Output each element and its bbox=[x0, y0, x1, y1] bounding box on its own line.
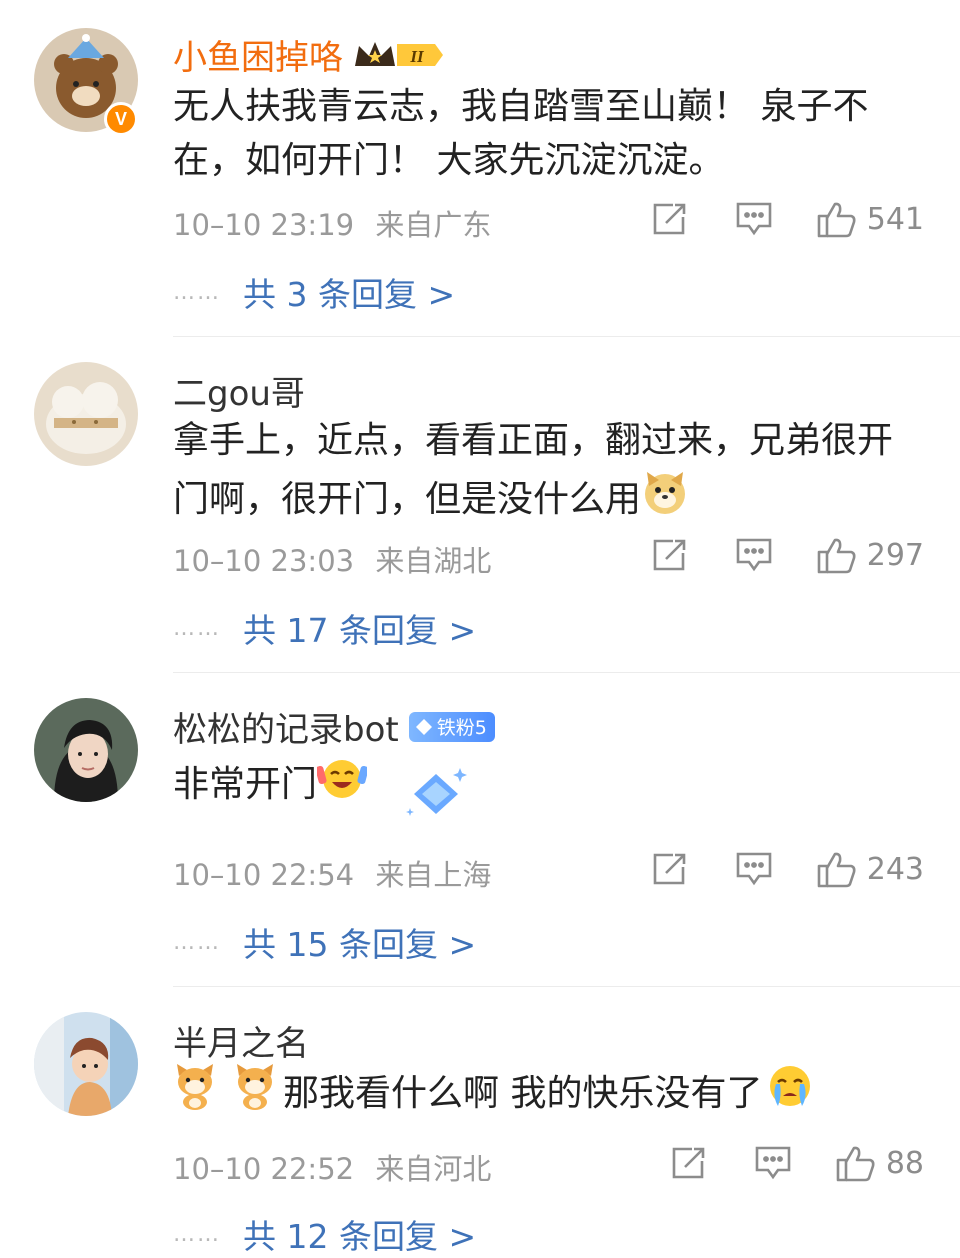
timestamp: 10–10 23:19 bbox=[173, 208, 355, 242]
thumbs-up-icon[interactable] bbox=[817, 536, 857, 574]
location: 来自河北 bbox=[375, 1152, 492, 1186]
comment-text-line: 非常开门 bbox=[173, 764, 318, 805]
comment-meta: 10–10 22:54 来自上海 bbox=[173, 852, 491, 894]
like-count: 88 bbox=[885, 1145, 924, 1181]
comment-actions: 297 bbox=[651, 536, 924, 574]
comment-meta: 10–10 23:03 来自湖北 bbox=[173, 538, 491, 580]
avatar[interactable] bbox=[34, 362, 138, 466]
comment-actions: 541 bbox=[651, 200, 924, 238]
comment-icon[interactable] bbox=[735, 200, 773, 238]
comment-text-line: 无人扶我青云志，我自踏雪至山巅！ 泉子不 bbox=[173, 86, 869, 127]
share-icon[interactable] bbox=[651, 201, 689, 237]
timestamp: 10–10 23:03 bbox=[173, 544, 355, 578]
comment-text-line-row: 非常开门 bbox=[173, 752, 933, 818]
location: 来自上海 bbox=[375, 858, 492, 892]
username-text: 半月之名 bbox=[173, 1024, 309, 1064]
username[interactable]: 松松的记录bot 铁粉5 bbox=[173, 702, 495, 751]
crown-level-text: II bbox=[409, 47, 425, 66]
username-text: 小鱼困掉咯 bbox=[173, 38, 343, 78]
comment-text-line-row: 门啊，很开门，但是没什么用 bbox=[173, 468, 933, 532]
timestamp: 10–10 22:54 bbox=[173, 858, 355, 892]
fan-badge[interactable]: 铁粉5 bbox=[408, 711, 495, 742]
divider bbox=[173, 672, 960, 673]
replies-row: …… 共 17 条回复 > bbox=[173, 604, 476, 652]
username-text: 二gou哥 bbox=[173, 374, 305, 414]
location: 来自湖北 bbox=[375, 544, 492, 578]
diamond-sticker-icon bbox=[400, 760, 470, 828]
comment-text: 无人扶我青云志，我自踏雪至山巅！ 泉子不 在，如何开门！ 大家先沉淀沉淀。 bbox=[173, 80, 933, 188]
avatar[interactable] bbox=[34, 698, 138, 802]
location: 来自广东 bbox=[375, 208, 492, 242]
comment-actions: 243 bbox=[651, 850, 924, 888]
divider bbox=[173, 336, 960, 337]
comment-text-line: 那我看什么啊 我的快乐没有了 bbox=[283, 1073, 763, 1114]
replies-row: …… 共 3 条回复 > bbox=[173, 268, 455, 316]
replies-row: …… 共 15 条回复 > bbox=[173, 918, 476, 966]
replies-row: …… 共 12 条回复 > bbox=[173, 1210, 476, 1258]
diamond-icon bbox=[415, 718, 432, 735]
comment-actions: 88 bbox=[670, 1144, 924, 1182]
username[interactable]: 小鱼困掉咯 II bbox=[173, 30, 445, 79]
doge-emoji-icon bbox=[641, 468, 689, 532]
share-icon[interactable] bbox=[651, 537, 689, 573]
comment-text-line: 拿手上，近点，看看正面，翻过来，兄弟很开 bbox=[173, 420, 894, 461]
avatar[interactable] bbox=[34, 1012, 138, 1116]
shiba-emoji-icon bbox=[173, 1062, 217, 1126]
fan-badge-text: 铁粉5 bbox=[436, 717, 487, 739]
share-icon[interactable] bbox=[651, 851, 689, 887]
thumbs-up-icon[interactable] bbox=[817, 850, 857, 888]
replies-dots: …… bbox=[173, 929, 221, 955]
view-replies-link[interactable]: 共 17 条回复 > bbox=[243, 604, 476, 652]
comment-text: 拿手上，近点，看看正面，翻过来，兄弟很开 门啊，很开门，但是没什么用 bbox=[173, 414, 933, 532]
like-count: 541 bbox=[866, 201, 924, 237]
view-replies-link[interactable]: 共 15 条回复 > bbox=[243, 918, 476, 966]
comment-icon[interactable] bbox=[754, 1144, 792, 1182]
replies-dots: …… bbox=[173, 279, 221, 305]
verified-badge-icon: V bbox=[104, 102, 138, 136]
crown-badge-icon[interactable]: II bbox=[353, 38, 445, 72]
username[interactable]: 半月之名 bbox=[173, 1016, 309, 1065]
divider bbox=[173, 986, 960, 987]
shiba-emoji-icon bbox=[233, 1062, 277, 1126]
comment-icon[interactable] bbox=[735, 536, 773, 574]
crying-emoji-icon bbox=[766, 1062, 814, 1126]
comment-text-line: 门啊，很开门，但是没什么用 bbox=[173, 479, 642, 520]
comment-icon[interactable] bbox=[735, 850, 773, 888]
view-replies-link[interactable]: 共 3 条回复 > bbox=[243, 268, 455, 316]
username[interactable]: 二gou哥 bbox=[173, 366, 305, 415]
comment-meta: 10–10 23:19 来自广东 bbox=[173, 202, 491, 244]
comment-text-line-row: 那我看什么啊 我的快乐没有了 bbox=[173, 1062, 933, 1126]
thumbs-up-icon[interactable] bbox=[817, 200, 857, 238]
replies-dots: …… bbox=[173, 1221, 221, 1247]
share-icon[interactable] bbox=[670, 1145, 708, 1181]
comment-text: 那我看什么啊 我的快乐没有了 bbox=[173, 1062, 933, 1126]
comment-text-line: 在，如何开门！ 大家先沉淀沉淀。 bbox=[173, 140, 725, 181]
thumbs-up-icon[interactable] bbox=[836, 1144, 876, 1182]
comment-text: 非常开门 bbox=[173, 752, 933, 818]
like-count: 297 bbox=[866, 537, 924, 573]
like-count: 243 bbox=[866, 851, 924, 887]
username-text: 松松的记录bot bbox=[173, 710, 399, 750]
view-replies-link[interactable]: 共 12 条回复 > bbox=[243, 1210, 476, 1258]
replies-dots: …… bbox=[173, 615, 221, 641]
comment-meta: 10–10 22:52 来自河北 bbox=[173, 1146, 491, 1188]
laughing-emoji-icon bbox=[315, 752, 369, 818]
timestamp: 10–10 22:52 bbox=[173, 1152, 355, 1186]
